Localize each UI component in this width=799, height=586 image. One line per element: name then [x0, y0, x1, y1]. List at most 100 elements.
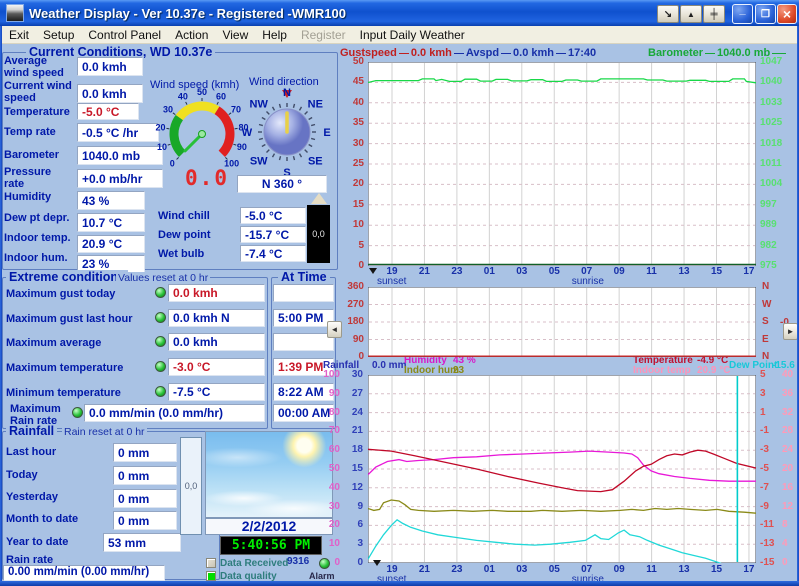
temperature-value: -5.0 °C — [77, 103, 139, 120]
svg-text:NW: NW — [250, 99, 269, 111]
max-temperature-value: -3.0 °C — [168, 358, 265, 376]
legend-barometer: Barometer — [648, 47, 703, 59]
sunset-marker-icon — [373, 560, 381, 566]
axis-tick-label: 12 — [782, 502, 798, 512]
chart-plot[interactable] — [368, 375, 756, 563]
x-axis-tick-label: 17 — [739, 565, 759, 575]
data-received-count: 9316 — [287, 556, 309, 567]
axis-tick-label: 975 — [760, 261, 792, 271]
axis-tick-label: 1040 — [760, 77, 792, 87]
menu-help[interactable]: Help — [255, 28, 294, 42]
axis-tick-label: 30 — [343, 370, 363, 380]
dew-pt-depr-label: Dew pt depr. — [4, 212, 78, 224]
x-axis-tick-label: 11 — [642, 267, 662, 277]
axis-tick-label: 1011 — [760, 159, 792, 169]
axis-tick-label: N — [762, 282, 778, 292]
menu-action[interactable]: Action — [168, 28, 215, 42]
axis-tick-label: 989 — [760, 220, 792, 230]
legend-rainfall-value: 0.0 mm — [372, 361, 406, 371]
humidity-label: Humidity — [4, 191, 78, 203]
x-axis-tick-label: 17 — [739, 267, 759, 277]
status-led — [155, 287, 166, 298]
axis-tick-label: 3 — [760, 389, 778, 399]
chart-plot[interactable] — [368, 62, 756, 266]
axis-tick-label: 982 — [760, 241, 792, 251]
x-axis-tick-label: 23 — [447, 565, 467, 575]
axis-tick-label: -3 — [760, 445, 778, 455]
max-rain-rate-time: 00:00 AM — [273, 404, 334, 422]
scroll-left-button[interactable] — [327, 321, 342, 338]
dew-point-label: Dew point — [158, 229, 234, 241]
menu-input-daily-weather[interactable]: Input Daily Weather — [353, 28, 472, 42]
axis-tick-label: 0 — [343, 558, 363, 568]
menu-exit[interactable]: Exit — [2, 28, 36, 42]
max-gust-today-value: 0.0 kmh — [168, 284, 265, 302]
axis-tick-label: 9 — [343, 502, 363, 512]
max-average-label: Maximum average — [6, 337, 151, 349]
legend-line-green — [772, 53, 786, 54]
window-border — [0, 581, 799, 586]
svg-text:N: N — [283, 87, 291, 99]
menu-view[interactable]: View — [215, 28, 255, 42]
legend-avspd-value: 0.0 kmh — [513, 47, 554, 59]
svg-text:W: W — [242, 127, 253, 139]
axis-tick-label: 360 — [338, 282, 364, 292]
axis-tick-label: 1004 — [760, 179, 792, 189]
current-wind-speed-label: Current wind speed — [4, 80, 74, 104]
up-triangle-icon — [311, 193, 327, 204]
axis-tick-label: 8 — [782, 520, 798, 530]
rollup-button[interactable] — [680, 5, 702, 23]
axis-tick-label: -5 — [760, 464, 778, 474]
axis-tick-label: 24 — [343, 408, 363, 418]
x-axis-tick-label: 03 — [512, 565, 532, 575]
menu-control-panel[interactable]: Control Panel — [81, 28, 168, 42]
rain-month-value: 0 mm — [113, 511, 177, 530]
axis-tick-label: 40 — [338, 98, 364, 108]
close-button[interactable] — [777, 4, 797, 24]
shrink-to-corner-button[interactable] — [657, 5, 679, 23]
rain-gauge-value: 0,0 — [185, 481, 198, 491]
legend-dew-point-value: -15.6 — [772, 361, 795, 371]
scroll-right-button[interactable] — [783, 323, 798, 340]
x-axis-tick-label: 19 — [382, 267, 402, 277]
date-display: 2/2/2012 — [205, 518, 333, 535]
legend-line-navy — [454, 53, 464, 54]
svg-text:30: 30 — [163, 104, 173, 114]
max-gust-today-time — [273, 284, 334, 302]
axis-tick-label: 270 — [338, 300, 364, 310]
app-icon — [6, 4, 24, 22]
pin-button[interactable] — [703, 5, 725, 23]
min-temperature-label: Minimum temperature — [6, 387, 151, 399]
axis-tick-label: 15 — [343, 464, 363, 474]
svg-text:50: 50 — [197, 87, 207, 97]
legend-rainfall: Rainfall — [323, 361, 359, 371]
min-temperature-value: -7.5 °C — [168, 383, 265, 401]
max-average-value: 0.0 kmh — [168, 333, 265, 351]
svg-text:SE: SE — [308, 155, 323, 167]
legend-line-green — [705, 53, 715, 54]
menu-setup[interactable]: Setup — [36, 28, 81, 42]
axis-tick-label: -15 — [760, 558, 778, 568]
wet-bulb-label: Wet bulb — [158, 248, 234, 260]
chart-plot[interactable] — [368, 287, 756, 357]
axis-tick-label: 25 — [338, 159, 364, 169]
x-axis-tick-label: 13 — [674, 267, 694, 277]
legend-line-navy — [501, 53, 511, 54]
minimize-button[interactable] — [732, 4, 753, 24]
avg-wind-speed-value: 0.0 kmh — [77, 57, 143, 76]
rain-rate-value: 0.00 mm/min (0.00 mm/hr) — [3, 565, 165, 581]
wind-chill-label: Wind chill — [158, 210, 234, 222]
x-axis-tick-label: 05 — [544, 565, 564, 575]
wind-direction-compass: NNEESESSWWNW — [238, 82, 336, 178]
data-received-label: Data Received — [220, 558, 288, 569]
time-display: 5:40:56 PM — [220, 536, 322, 555]
max-rain-rate-value: 0.0 mm/min (0.0 mm/hr) — [84, 404, 265, 422]
status-led — [155, 386, 166, 397]
x-axis-tick-label: 07 — [577, 565, 597, 575]
avg-wind-speed-label: Average wind speed — [4, 55, 74, 79]
data-received-checkbox[interactable] — [206, 558, 216, 568]
maximize-button[interactable] — [755, 4, 776, 24]
axis-tick-label: 16 — [782, 483, 798, 493]
svg-text:40: 40 — [178, 92, 188, 102]
rain-yesterday-value: 0 mm — [113, 489, 177, 508]
